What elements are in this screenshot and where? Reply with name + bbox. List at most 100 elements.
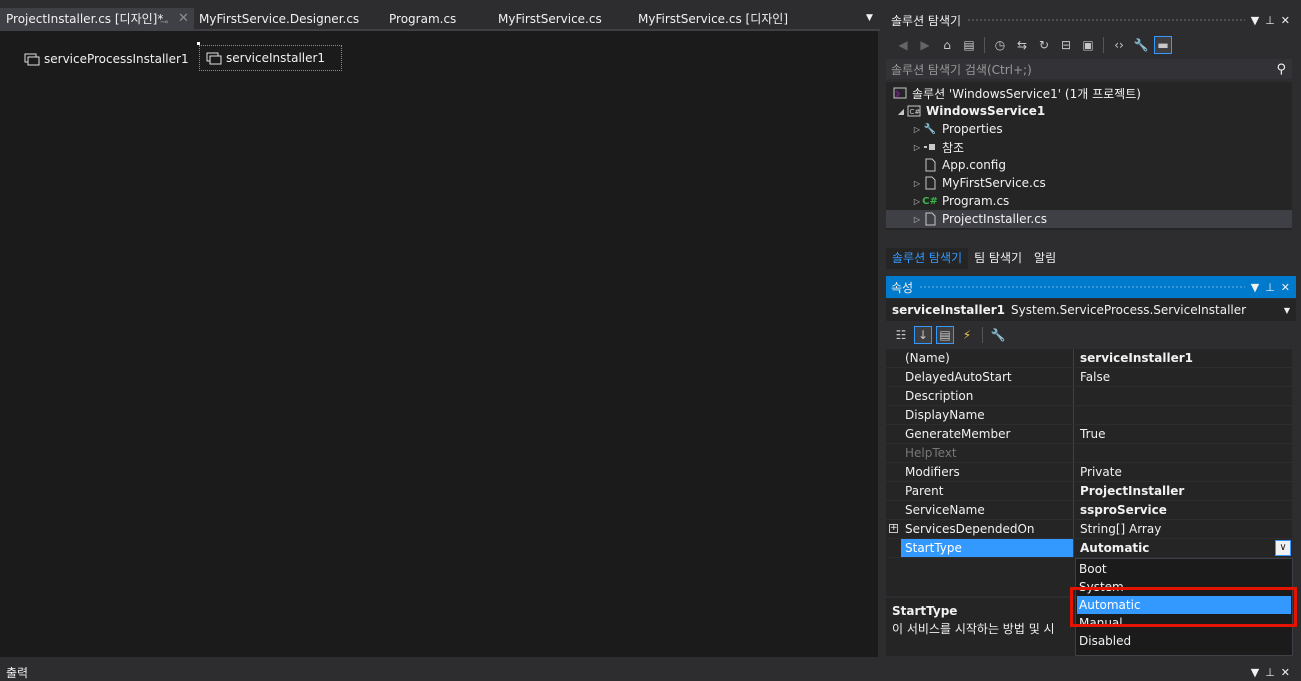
back-icon[interactable]: ◀ — [894, 36, 912, 54]
collapsed-arrow-icon[interactable]: ▷ — [912, 197, 922, 206]
view-code-icon[interactable]: ‹› — [1110, 36, 1128, 54]
expanded-arrow-icon[interactable]: ◢ — [896, 107, 906, 116]
property-name: DisplayName — [901, 406, 1074, 424]
collapsed-arrow-icon[interactable]: ▷ — [912, 179, 922, 188]
option-disabled[interactable]: Disabled — [1077, 632, 1291, 650]
property-row[interactable]: ServiceName ssproService — [886, 501, 1292, 520]
close-icon[interactable]: ✕ — [1281, 281, 1290, 294]
property-value[interactable] — [1076, 444, 1080, 462]
collapsed-arrow-icon[interactable]: ▷ — [912, 143, 922, 152]
property-value[interactable]: False — [1076, 368, 1110, 386]
property-name: StartType — [901, 539, 1074, 557]
close-icon[interactable]: ✕ — [1281, 666, 1290, 679]
tree-item-program[interactable]: ▷ C# Program.cs — [886, 192, 1292, 210]
tab-solution-explorer[interactable]: 솔루션 탐색기 — [886, 248, 969, 269]
property-value[interactable]: String[] Array — [1076, 520, 1161, 538]
dropdown-icon[interactable]: ▼ — [1251, 666, 1259, 679]
title-grip — [967, 17, 1245, 23]
object-selector[interactable]: serviceInstaller1 System.ServiceProcess.… — [886, 299, 1296, 321]
refresh-icon[interactable]: ↻ — [1035, 36, 1053, 54]
property-value[interactable]: Private — [1076, 463, 1122, 481]
categorized-icon[interactable]: ☷ — [892, 326, 910, 344]
property-value[interactable]: Automatic — [1076, 539, 1149, 557]
component-serviceprocessinstaller[interactable]: serviceProcessInstaller1 — [24, 46, 189, 72]
property-value[interactable] — [1076, 387, 1080, 405]
collapse-all-icon[interactable]: ⊟ — [1057, 36, 1075, 54]
show-all-files-icon[interactable]: ▣ — [1079, 36, 1097, 54]
tree-item-properties[interactable]: ▷ 🔧 Properties — [886, 120, 1292, 138]
property-row[interactable]: Modifiers Private — [886, 463, 1292, 482]
close-icon[interactable]: ✕ — [178, 8, 189, 30]
collapsed-arrow-icon[interactable]: ▷ — [912, 215, 922, 224]
tree-item-project[interactable]: ◢ C# WindowsService1 — [886, 102, 1292, 120]
toolbar-separator — [982, 327, 983, 343]
search-icon[interactable]: ⚲ — [1276, 62, 1292, 77]
properties-view-icon[interactable]: ▤ — [936, 326, 954, 344]
preview-selected-icon[interactable]: ▬ — [1154, 36, 1172, 54]
pin-icon[interactable]: ⊥ — [1265, 281, 1275, 294]
selection-grip[interactable] — [197, 42, 200, 45]
output-titlebar: 출력 ▼ ⊥ ✕ — [0, 663, 1296, 681]
component-label: serviceInstaller1 — [226, 51, 326, 65]
property-row[interactable]: DisplayName — [886, 406, 1292, 425]
property-name: Parent — [901, 482, 1074, 500]
solution-explorer-search-input[interactable]: 솔루션 탐색기 검색(Ctrl+;) ⚲ — [886, 59, 1292, 79]
tree-item-label: 참조 — [942, 140, 965, 155]
property-value[interactable]: ssproService — [1076, 501, 1167, 519]
tab-program[interactable]: Program.cs — [383, 8, 462, 30]
sync-icon[interactable]: ⇆ — [1013, 36, 1031, 54]
config-file-icon — [922, 158, 938, 172]
tab-myfirstservice[interactable]: MyFirstService.cs — [492, 8, 608, 30]
property-value[interactable]: serviceInstaller1 — [1076, 349, 1193, 367]
tab-myfirstservice-designer[interactable]: MyFirstService.Designer.cs — [193, 8, 365, 30]
property-name: (Name) — [901, 349, 1074, 367]
events-icon[interactable]: ⚡ — [958, 326, 976, 344]
property-row[interactable]: Description — [886, 387, 1292, 406]
forward-icon[interactable]: ▶ — [916, 36, 934, 54]
tab-notifications[interactable]: 알림 — [1028, 248, 1062, 269]
option-boot[interactable]: Boot — [1077, 560, 1291, 578]
home-icon[interactable]: ⌂ — [938, 36, 956, 54]
property-value[interactable] — [1076, 406, 1080, 424]
close-icon[interactable]: ✕ — [1281, 14, 1290, 27]
tree-item-references[interactable]: ▷ 참조 — [886, 138, 1292, 156]
pending-changes-icon[interactable]: ◷ — [991, 36, 1009, 54]
tab-myfirstservice-design[interactable]: MyFirstService.cs [디자인] — [632, 8, 794, 30]
dropdown-icon[interactable]: ▼ — [1251, 14, 1259, 27]
property-pages-icon[interactable]: 🔧 — [989, 326, 1007, 344]
property-value[interactable]: ProjectInstaller — [1076, 482, 1184, 500]
property-row[interactable]: (Name) serviceInstaller1 — [886, 349, 1292, 368]
dropdown-icon[interactable]: ▼ — [1251, 281, 1259, 294]
component-designer-surface[interactable]: serviceProcessInstaller1 serviceInstalle… — [0, 31, 878, 657]
tree-item-appconfig[interactable]: App.config — [886, 156, 1292, 174]
property-row[interactable]: HelpText — [886, 444, 1292, 463]
pin-icon[interactable]: ⊥ — [1265, 14, 1275, 27]
property-value[interactable]: True — [1076, 425, 1106, 443]
tree-item-projectinstaller[interactable]: ▷ ProjectInstaller.cs — [886, 210, 1292, 228]
property-row[interactable]: Parent ProjectInstaller — [886, 482, 1292, 501]
tab-team-explorer[interactable]: 팀 탐색기 — [968, 248, 1028, 269]
component-serviceinstaller[interactable]: serviceInstaller1 — [199, 45, 343, 71]
property-row-starttype[interactable]: StartType Automatic ∨ — [886, 539, 1292, 558]
document-tab-strip: ProjectInstaller.cs [디자인]* ⊸ ✕ MyFirstSe… — [0, 8, 880, 30]
property-row[interactable]: + ServicesDependedOn String[] Array — [886, 520, 1292, 539]
property-name: GenerateMember — [901, 425, 1074, 443]
chevron-down-icon[interactable]: ▼ — [1284, 306, 1296, 315]
tree-item-solution[interactable]: 솔루션 'WindowsService1' (1개 프로젝트) — [886, 84, 1292, 102]
pin-icon[interactable]: ⊥ — [1265, 666, 1275, 679]
properties-toolbar: ☷ ↓ ▤ ⚡ 🔧 — [886, 323, 1296, 347]
tab-overflow-icon[interactable]: ▼ — [866, 13, 873, 23]
collapsed-arrow-icon[interactable]: ▷ — [912, 125, 922, 134]
switch-views-icon[interactable]: ▤ — [960, 36, 978, 54]
solution-explorer-toolbar: ◀ ▶ ⌂ ▤ ◷ ⇆ ↻ ⊟ ▣ ‹› 🔧 ▬ — [886, 33, 1296, 57]
property-name: Description — [901, 387, 1074, 405]
tab-projectinstaller-design[interactable]: ProjectInstaller.cs [디자인]* ⊸ ✕ — [0, 8, 194, 30]
tree-item-myfirstservice[interactable]: ▷ MyFirstService.cs — [886, 174, 1292, 192]
property-row[interactable]: DelayedAutoStart False — [886, 368, 1292, 387]
properties-wrench-icon[interactable]: 🔧 — [1132, 36, 1150, 54]
chevron-down-icon[interactable]: ∨ — [1275, 540, 1291, 556]
property-row[interactable]: GenerateMember True — [886, 425, 1292, 444]
property-name: ServicesDependedOn — [901, 520, 1074, 538]
expand-plus-icon[interactable]: + — [889, 524, 898, 533]
alphabetical-icon[interactable]: ↓ — [914, 326, 932, 344]
